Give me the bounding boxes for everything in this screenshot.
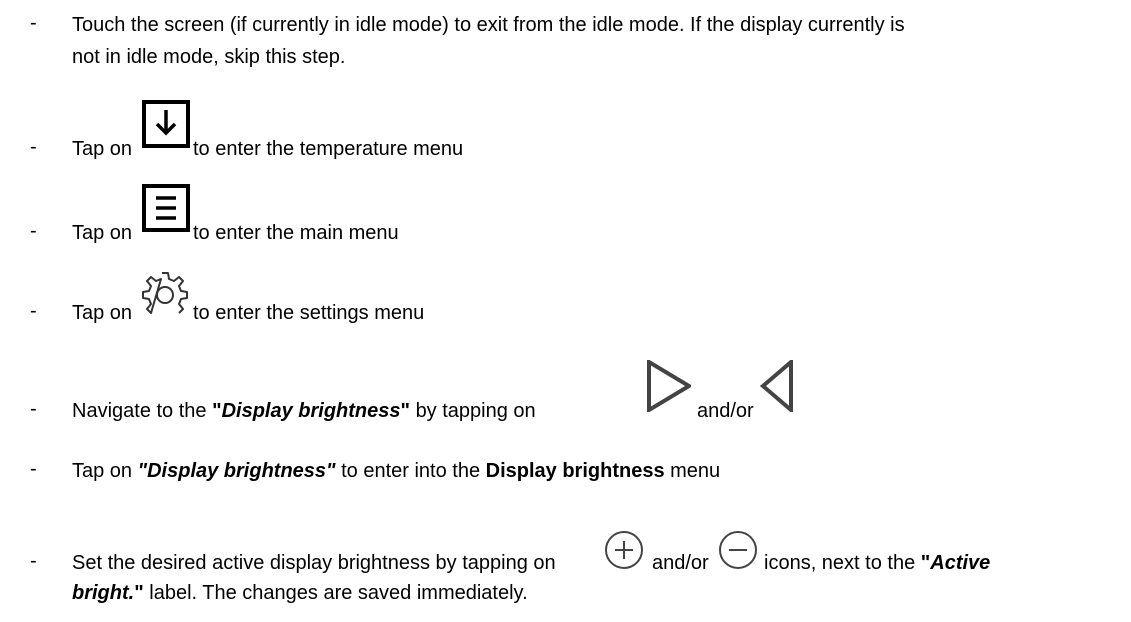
menu-box-icon [142,184,190,238]
step-5-emph: Display brightness [221,400,401,422]
step-5-and-or: and/or [697,400,754,422]
bullet: - [30,136,37,158]
gear-icon [140,270,190,320]
step-7-prefix: Set the desired active display brightnes… [72,552,556,574]
triangle-left-icon [759,357,794,418]
step-6-emph: "Display brightness" [137,460,336,482]
step-1-line-1: Touch the screen (if currently in idle m… [72,14,905,36]
step-7-quote-close: " [134,582,144,604]
step-6-prefix: Tap on [72,460,133,482]
step-2-prefix: Tap on [72,138,133,160]
step-3-suffix: to enter the main menu [193,222,399,244]
bullet: - [30,458,37,480]
triangle-right-icon [647,358,693,418]
arrow-down-box-icon [142,100,190,154]
step-6-bold: Display brightness [485,460,665,482]
minus-circle-icon [718,530,758,576]
bullet: - [30,398,37,420]
step-5-prefix: Navigate to the [72,400,207,422]
bullet: - [30,220,37,242]
step-7-and-or: and/or [652,552,709,574]
step-6-middle: to enter into the [341,460,481,482]
step-6-suffix: menu [670,460,721,482]
step-3-prefix: Tap on [72,222,133,244]
step-7-line-2-suffix: label. The changes are saved immediately… [149,582,528,604]
step-1-line-2: not in idle mode, skip this step. [72,46,346,68]
bullet: - [30,300,37,322]
plus-circle-icon [604,530,644,576]
step-2-suffix: to enter the temperature menu [193,138,464,160]
step-4-suffix: to enter the settings menu [193,302,425,324]
step-7-emph-1: Active [930,552,991,574]
bullet: - [30,12,37,34]
step-7-emph-2: bright. [72,582,135,604]
step-4-prefix: Tap on [72,302,133,324]
step-5-quote-open: " [212,400,222,422]
step-5-quote-close: " [400,400,410,422]
step-7-quote-open: " [920,552,931,574]
step-5-middle: by tapping on [415,400,536,422]
bullet: - [30,550,37,572]
step-7-after: icons, next to the [764,552,916,574]
